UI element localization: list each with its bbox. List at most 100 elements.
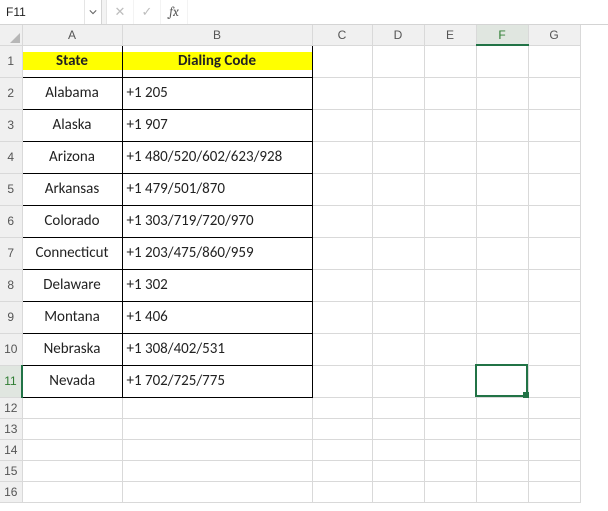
cell-A5[interactable]: Arkansas [22,173,122,205]
cell-C7[interactable] [312,237,372,269]
cell-E14[interactable] [424,439,476,460]
cell-E7[interactable] [424,237,476,269]
cell-D14[interactable] [372,439,424,460]
cell-E3[interactable] [424,109,476,141]
row-header-6[interactable]: 6 [0,205,22,237]
row-header-1[interactable]: 1 [0,45,22,77]
cell-C3[interactable] [312,109,372,141]
cell-A4[interactable]: Arizona [22,141,122,173]
cell-E5[interactable] [424,173,476,205]
row-header-14[interactable]: 14 [0,439,22,460]
cell-C1[interactable] [312,45,372,77]
cell-B15[interactable] [122,460,312,481]
cell-D15[interactable] [372,460,424,481]
cell-A1[interactable]: State [22,45,122,77]
cell-B8[interactable]: +1 302 [122,269,312,301]
cell-C16[interactable] [312,481,372,502]
select-all-corner[interactable] [0,25,22,45]
cell-A8[interactable]: Delaware [22,269,122,301]
cell-D5[interactable] [372,173,424,205]
cell-E9[interactable] [424,301,476,333]
cell-E1[interactable] [424,45,476,77]
cell-D4[interactable] [372,141,424,173]
cell-G7[interactable] [528,237,580,269]
name-box[interactable] [0,0,84,24]
cell-D9[interactable] [372,301,424,333]
col-header-G[interactable]: G [528,25,580,45]
cell-E12[interactable] [424,397,476,418]
cell-B6[interactable]: +1 303/719/720/970 [122,205,312,237]
cell-B2[interactable]: +1 205 [122,77,312,109]
cell-A3[interactable]: Alaska [22,109,122,141]
cell-F11[interactable] [476,365,528,397]
cell-B3[interactable]: +1 907 [122,109,312,141]
cell-C12[interactable] [312,397,372,418]
cell-G11[interactable] [528,365,580,397]
cell-C13[interactable] [312,418,372,439]
cell-C10[interactable] [312,333,372,365]
cell-G8[interactable] [528,269,580,301]
cell-G12[interactable] [528,397,580,418]
cell-B13[interactable] [122,418,312,439]
row-header-2[interactable]: 2 [0,77,22,109]
col-header-E[interactable]: E [424,25,476,45]
col-header-B[interactable]: B [122,25,312,45]
cell-B16[interactable] [122,481,312,502]
row-header-5[interactable]: 5 [0,173,22,205]
cell-F8[interactable] [476,269,528,301]
row-header-7[interactable]: 7 [0,237,22,269]
formula-input[interactable] [188,0,608,24]
row-header-12[interactable]: 12 [0,397,22,418]
col-header-C[interactable]: C [312,25,372,45]
cell-G15[interactable] [528,460,580,481]
cell-E16[interactable] [424,481,476,502]
cell-F3[interactable] [476,109,528,141]
row-header-10[interactable]: 10 [0,333,22,365]
row-header-13[interactable]: 13 [0,418,22,439]
cell-D7[interactable] [372,237,424,269]
cell-C14[interactable] [312,439,372,460]
cell-C15[interactable] [312,460,372,481]
row-header-16[interactable]: 16 [0,481,22,502]
cell-G2[interactable] [528,77,580,109]
col-header-A[interactable]: A [22,25,122,45]
cell-G4[interactable] [528,141,580,173]
cell-F14[interactable] [476,439,528,460]
row-header-8[interactable]: 8 [0,269,22,301]
cell-A9[interactable]: Montana [22,301,122,333]
cell-F1[interactable] [476,45,528,77]
cell-C11[interactable] [312,365,372,397]
cell-D12[interactable] [372,397,424,418]
cell-C5[interactable] [312,173,372,205]
cell-F2[interactable] [476,77,528,109]
cell-D16[interactable] [372,481,424,502]
row-header-9[interactable]: 9 [0,301,22,333]
cell-A15[interactable] [22,460,122,481]
col-header-F[interactable]: F [476,25,528,45]
cell-E15[interactable] [424,460,476,481]
cell-E11[interactable] [424,365,476,397]
name-box-dropdown[interactable] [84,0,101,24]
cell-F15[interactable] [476,460,528,481]
row-header-15[interactable]: 15 [0,460,22,481]
cell-B12[interactable] [122,397,312,418]
col-header-D[interactable]: D [372,25,424,45]
cell-F10[interactable] [476,333,528,365]
cell-D2[interactable] [372,77,424,109]
cell-G13[interactable] [528,418,580,439]
cell-C4[interactable] [312,141,372,173]
cell-B4[interactable]: +1 480/520/602/623/928 [122,141,312,173]
cell-G16[interactable] [528,481,580,502]
cell-B14[interactable] [122,439,312,460]
cell-D11[interactable] [372,365,424,397]
cell-F13[interactable] [476,418,528,439]
grid[interactable]: A B C D E F G 1 State Dialing Code 2 Ala… [0,25,581,503]
cell-A16[interactable] [22,481,122,502]
cell-G14[interactable] [528,439,580,460]
cell-A14[interactable] [22,439,122,460]
row-header-4[interactable]: 4 [0,141,22,173]
cell-B7[interactable]: +1 203/475/860/959 [122,237,312,269]
cell-C9[interactable] [312,301,372,333]
row-header-3[interactable]: 3 [0,109,22,141]
cell-F4[interactable] [476,141,528,173]
